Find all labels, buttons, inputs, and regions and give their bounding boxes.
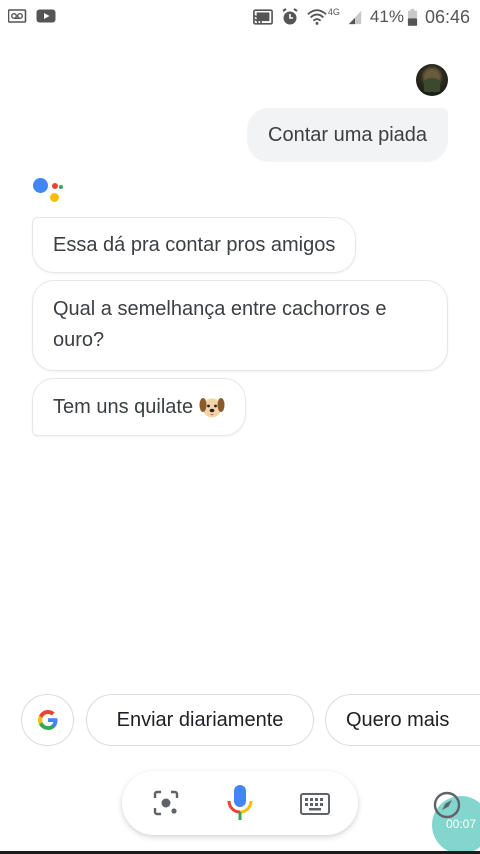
assistant-message-2: Qual a semelhança entre cachorros e ouro… [32,280,448,371]
status-bar: 4G 41% 06:46 [0,0,480,34]
lens-icon[interactable] [152,789,180,817]
assistant-message-1: Essa dá pra contar pros amigos [32,217,357,273]
assistant-message-text: Essa dá pra contar pros amigos [53,234,336,256]
youtube-icon [36,9,56,23]
google-g-icon [37,710,57,730]
assistant-input-bar [122,771,358,835]
wifi-icon [307,9,327,25]
user-query-bubble[interactable]: Contar uma piada [247,108,448,162]
network-type-label: 4G [327,7,340,17]
cast-icon [252,9,273,25]
assistant-message-text: Tem uns quilate [53,395,194,418]
recorder-timer: 00:07 [446,817,477,831]
battery-icon [407,8,418,26]
battery-percent: 41% [369,7,404,26]
clock: 06:46 [424,6,470,27]
keyboard-icon[interactable] [300,793,330,815]
dog-face-icon [199,398,225,418]
assistant-message-3: Tem uns quilate [32,378,247,436]
logo-dot-red [52,183,58,189]
logo-dot-blue [33,178,48,193]
google-search-chip[interactable] [21,694,74,746]
suggestion-chip-label: Quero mais [346,708,450,731]
suggestion-chips: Enviar diariamente Quero mais [0,694,480,746]
logo-dot-yellow [50,193,59,202]
assistant-message-text: Qual a semelhança entre cachorros e ouro… [53,298,387,351]
google-assistant-logo-icon [33,176,65,206]
explore-compass-icon[interactable] [432,790,462,820]
microphone-icon[interactable] [225,783,255,823]
suggestion-chip[interactable]: Enviar diariamente [86,694,314,746]
voicemail-icon [8,9,27,23]
user-avatar[interactable] [416,64,448,96]
suggestion-chip[interactable]: Quero mais [325,694,480,746]
suggestion-chip-label: Enviar diariamente [116,708,284,731]
logo-dot-green [59,185,63,189]
signal-icon [348,10,362,25]
alarm-icon [282,8,298,25]
user-query-text: Contar uma piada [268,123,427,146]
